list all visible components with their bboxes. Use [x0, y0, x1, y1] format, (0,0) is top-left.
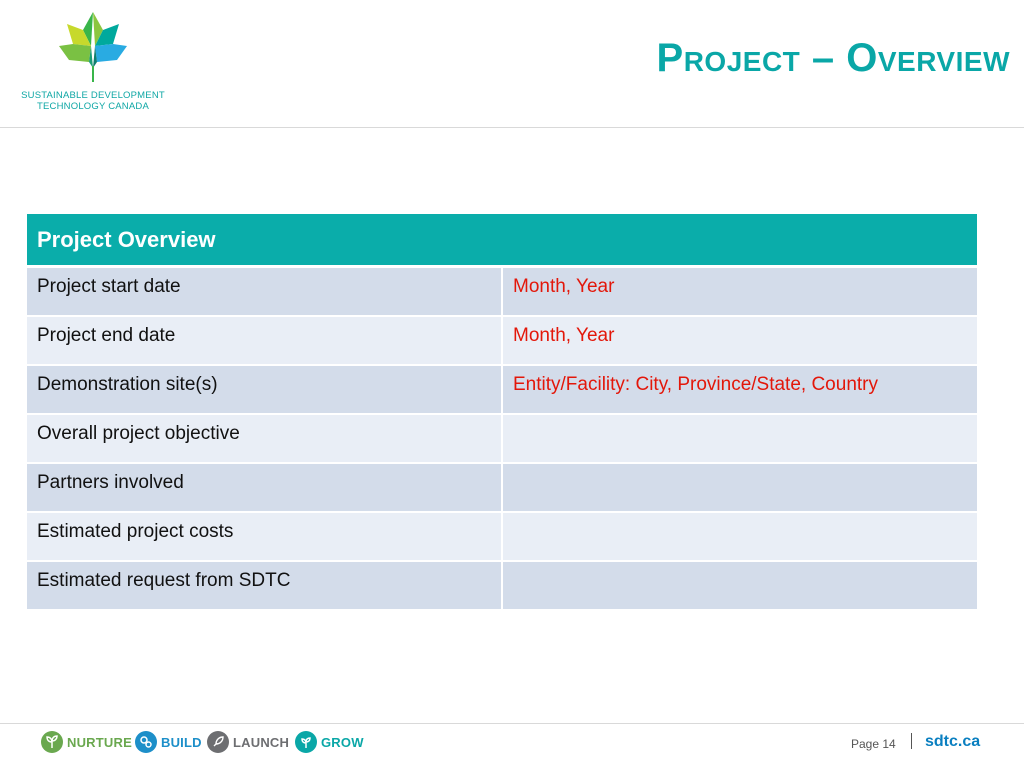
sdtc-logo: SUSTAINABLE DEVELOPMENT TECHNOLOGY CANAD… [12, 10, 182, 120]
logo-wordmark: SUSTAINABLE DEVELOPMENT TECHNOLOGY CANAD… [12, 90, 174, 112]
gears-icon [135, 731, 157, 753]
maple-leaf-icon [59, 12, 127, 82]
rocket-icon [207, 731, 229, 753]
stage-label: NURTURE [67, 734, 132, 750]
row-value[interactable] [502, 511, 977, 562]
stage-nurture: NURTURE [41, 731, 132, 753]
slide-header: SUSTAINABLE DEVELOPMENT TECHNOLOGY CANAD… [0, 0, 1024, 128]
row-value[interactable]: Entity/Facility: City, Province/State, C… [502, 364, 977, 415]
project-overview-table: Project Overview Project start date Mont… [27, 214, 977, 611]
table-row: Project end date Month, Year [27, 315, 977, 366]
table-row: Overall project objective [27, 413, 977, 464]
page-number: Page 14 [851, 737, 896, 751]
stage-build: BUILD [135, 731, 202, 753]
stage-grow: GROW [295, 731, 364, 753]
stage-label: BUILD [161, 734, 202, 750]
site-link[interactable]: sdtc.ca [925, 733, 980, 751]
footer-separator [911, 733, 912, 749]
table-row: Project start date Month, Year [27, 266, 977, 317]
logo-line-1: SUSTAINABLE DEVELOPMENT [21, 90, 165, 101]
row-label: Estimated request from SDTC [27, 560, 503, 611]
row-value[interactable] [502, 413, 977, 464]
row-value[interactable] [502, 560, 977, 611]
row-value[interactable]: Month, Year [502, 315, 977, 366]
row-label: Overall project objective [27, 413, 503, 464]
plant-icon [295, 731, 317, 753]
table-row: Demonstration site(s) Entity/Facility: C… [27, 364, 977, 415]
row-label: Partners involved [27, 462, 503, 513]
page-title: Project – Overview [656, 36, 1010, 80]
row-label: Demonstration site(s) [27, 364, 503, 415]
row-value[interactable] [502, 462, 977, 513]
header-divider [0, 127, 1024, 128]
row-label: Estimated project costs [27, 511, 503, 562]
sprout-icon [41, 731, 63, 753]
table-row: Partners involved [27, 462, 977, 513]
logo-line-2: TECHNOLOGY CANADA [37, 101, 149, 112]
stage-label: LAUNCH [233, 734, 290, 750]
stage-launch: LAUNCH [207, 731, 289, 753]
table-heading: Project Overview [27, 214, 977, 268]
stage-label: GROW [321, 734, 364, 750]
row-value[interactable]: Month, Year [502, 266, 977, 317]
footer-divider [0, 723, 1024, 724]
row-label: Project start date [27, 266, 503, 317]
table-row: Estimated project costs [27, 511, 977, 562]
row-label: Project end date [27, 315, 503, 366]
table-row: Estimated request from SDTC [27, 560, 977, 611]
